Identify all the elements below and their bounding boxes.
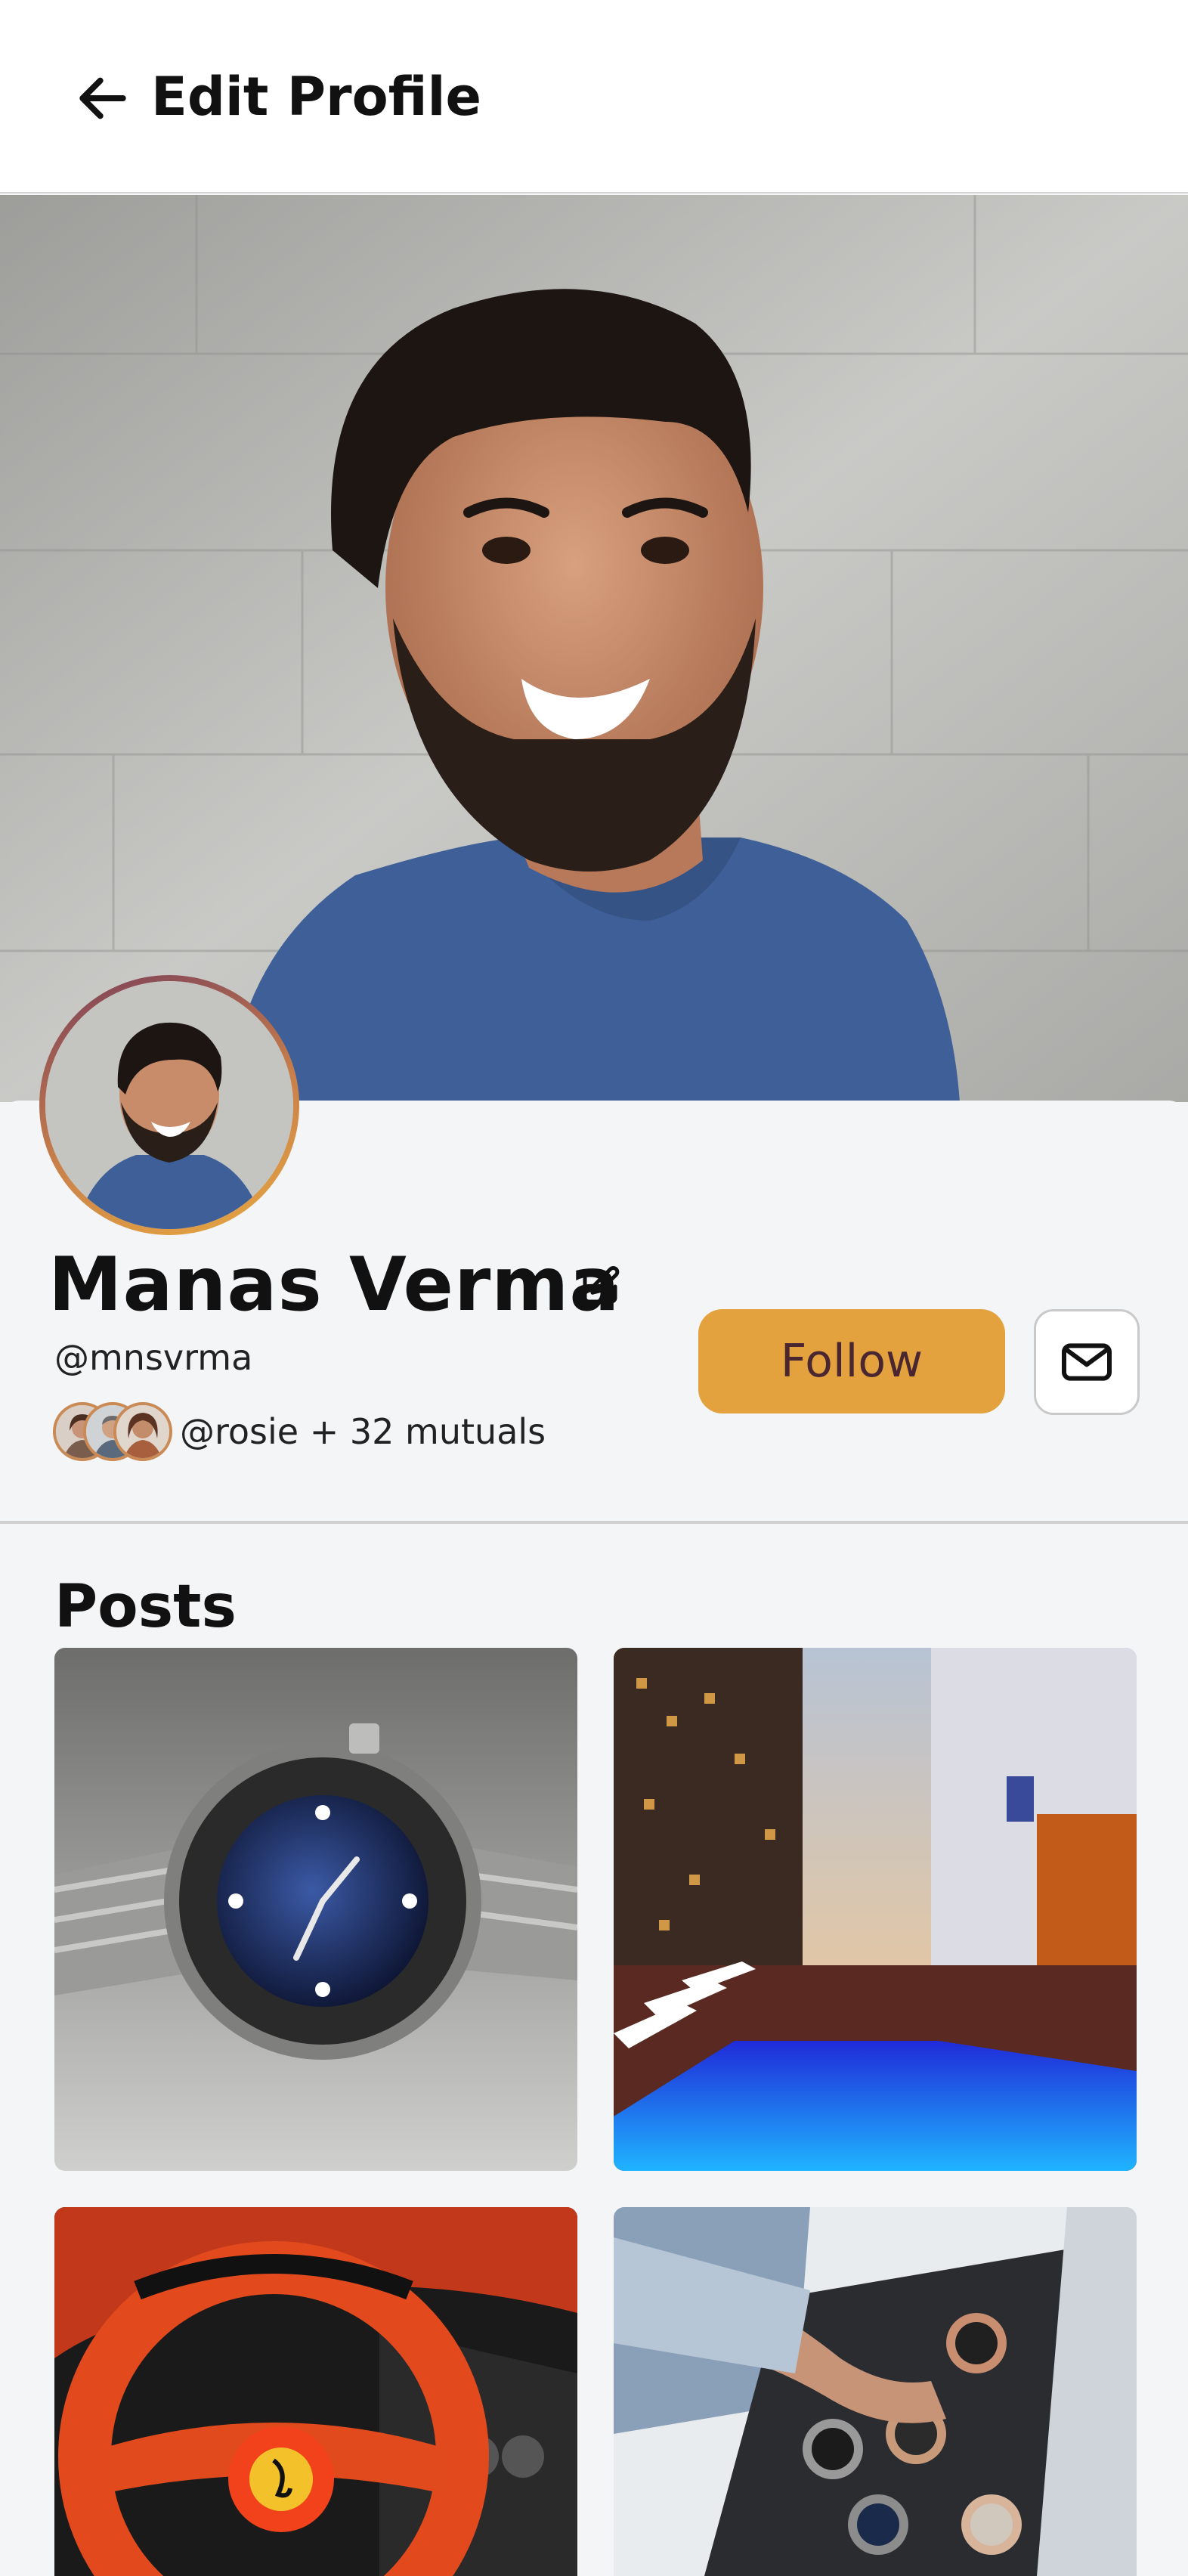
page-title: Edit Profile (151, 66, 482, 128)
profile-name: Manas Verma (48, 1242, 620, 1328)
profile-handle: @mnsvrma (54, 1337, 253, 1378)
posts-heading: Posts (54, 1573, 237, 1641)
post-tile[interactable] (54, 1648, 577, 2171)
follow-button[interactable]: Follow (698, 1309, 1005, 1413)
mutuals-text: @rosie + 32 mutuals (180, 1411, 546, 1452)
avatar[interactable] (39, 975, 299, 1235)
back-button[interactable] (70, 67, 136, 130)
pencil-edit-icon (583, 1265, 620, 1304)
message-button[interactable] (1034, 1309, 1140, 1415)
mutuals-row[interactable]: @rosie + 32 mutuals (53, 1401, 546, 1462)
edit-name-button[interactable] (576, 1262, 624, 1311)
top-bar: Edit Profile (0, 0, 1188, 194)
post-tile[interactable] (614, 1648, 1137, 2171)
section-divider (0, 1521, 1188, 1524)
profile-page: Edit Profile Manas Verma @mnsvrma @rosie… (0, 0, 1188, 2576)
cover-photo[interactable] (0, 195, 1188, 1102)
envelope-icon (1062, 1343, 1112, 1381)
arrow-left-icon (79, 77, 126, 119)
mutual-avatar (113, 1402, 172, 1461)
mutual-avatars (53, 1402, 172, 1461)
post-tile[interactable] (54, 2207, 577, 2576)
post-tile[interactable] (614, 2207, 1137, 2576)
